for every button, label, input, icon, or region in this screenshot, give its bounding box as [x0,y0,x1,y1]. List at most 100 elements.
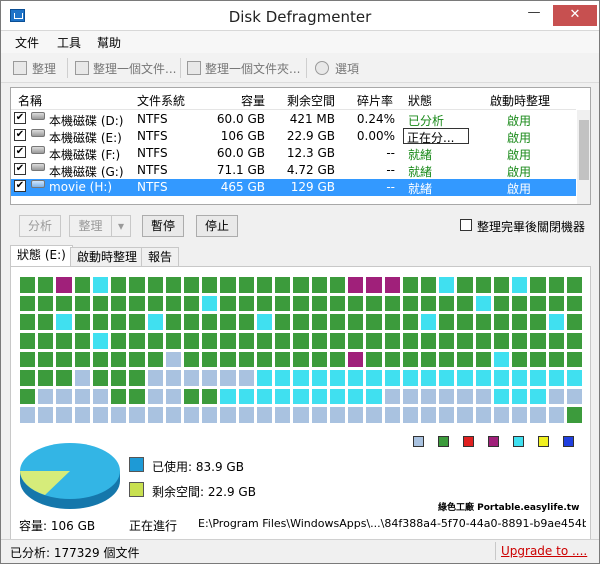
disk-cluster-block [530,370,546,386]
disk-cluster-block [311,314,327,330]
tab-boot-defrag[interactable]: 啟動時整理 [70,247,145,267]
disk-cluster-block [20,295,36,312]
menu-help[interactable]: 幫助 [97,34,121,51]
drive-filesystem: NTFS [137,112,168,126]
disk-cluster-block [311,370,327,386]
column-free-space[interactable]: 剩余空間 [287,92,335,109]
disk-cluster-block [420,295,437,312]
drive-row[interactable]: ✔ 本機磁碟 (D:) NTFS 60.0 GB 421 MB 0.24% 已分… [11,111,576,128]
defrag-button[interactable]: 整理 [69,215,111,237]
scrollbar-thumb[interactable] [579,120,589,180]
tab-status[interactable]: 狀態 (E:) [10,245,73,267]
disk-cluster-block [184,277,200,293]
analyze-button[interactable]: 分析 [19,215,61,237]
disk-cluster-block [402,314,418,330]
upgrade-link[interactable]: Upgrade to .... [501,544,587,558]
legend-swatch-fragmented [463,436,474,447]
disk-cluster-block [457,407,473,423]
disk-cluster-block [530,351,546,368]
toolbar-options-button[interactable]: 選項 [335,60,359,77]
disk-cluster-block [184,388,200,405]
disk-cluster-block [420,277,437,293]
disk-cluster-block [548,388,564,405]
shutdown-checkbox[interactable] [460,219,472,231]
drive-list-scrollbar[interactable] [577,110,590,204]
disk-cluster-block [220,388,236,405]
toolbar-defrag-folder-button[interactable]: 整理一個文件夾... [205,60,300,77]
progress-label: 正在進行 [129,519,178,533]
drive-row[interactable]: ✔ 本機磁碟 (E:) NTFS 106 GB 22.9 GB 0.00% 正在… [11,128,576,145]
tab-report[interactable]: 報告 [141,247,180,267]
disk-cluster-block [457,332,473,349]
disk-cluster-block [348,332,364,349]
disk-cluster-block [165,277,182,293]
disk-cluster-block [439,388,455,405]
disk-cluster-block [165,388,182,405]
disk-cluster-block [512,314,528,330]
disk-cluster-block [275,277,291,293]
column-boot-defrag[interactable]: 啟動時整理 [490,92,550,109]
close-button[interactable]: ✕ [553,5,597,26]
disk-cluster-block [293,388,309,405]
disk-cluster-block [512,407,528,423]
disk-cluster-block [457,351,473,368]
disk-cluster-block [38,370,54,386]
pause-button[interactable]: 暫停 [142,215,184,237]
disk-cluster-block [402,407,418,423]
used-space-label: 已使用: 83.9 GB [152,460,244,474]
disk-cluster-block [548,314,564,330]
column-fragmentation[interactable]: 碎片率 [357,92,393,109]
column-filesystem[interactable]: 文件系統 [137,92,185,109]
drive-checkbox[interactable]: ✔ [14,129,26,141]
drive-checkbox[interactable]: ✔ [14,146,26,158]
disk-cluster-block [530,332,546,349]
toolbar: 整理 整理一個文件... 整理一個文件夾... 選項 [1,53,599,83]
disk-cluster-block [165,370,182,386]
drive-checkbox[interactable]: ✔ [14,163,26,175]
disk-cluster-block [548,277,564,293]
status-bar: 已分析: 177329 個文件 Upgrade to .... [1,539,599,563]
disk-cluster-block [238,314,254,330]
drive-capacity: 106 GB [220,129,265,143]
stop-button[interactable]: 停止 [196,215,238,237]
drive-name: movie (H:) [49,180,113,194]
defrag-dropdown-button[interactable]: ▾ [111,215,131,237]
drive-row-selected[interactable]: ✔ movie (H:) NTFS 465 GB 129 GB -- 就緒 啟用 [11,179,576,196]
disk-cluster-block [420,351,437,368]
disk-cluster-block [184,332,200,349]
disk-cluster-block [111,388,127,405]
column-name[interactable]: 名稱 [18,92,42,109]
column-status[interactable]: 狀態 [408,92,432,109]
disk-cluster-block [129,314,145,330]
disk-cluster-block [366,407,382,423]
disk-cluster-block [329,351,346,368]
menu-tools[interactable]: 工具 [57,34,81,51]
legend-swatch-unmovable [488,436,499,447]
disk-cluster-block [548,407,564,423]
drive-capacity: 465 GB [220,180,265,194]
minimize-button[interactable]: — [524,6,544,22]
drive-name: 本機磁碟 (E:) [49,131,122,145]
disk-cluster-map [20,277,582,423]
drive-row[interactable]: ✔ 本機磁碟 (G:) NTFS 71.1 GB 4.72 GB -- 就緒 啟… [11,162,576,179]
disk-cluster-block [275,295,291,312]
disk-cluster-block [74,295,90,312]
disk-cluster-block [475,370,491,386]
disk-cluster-block [38,351,54,368]
disk-cluster-block [566,332,582,349]
disk-cluster-block [165,314,182,330]
disk-cluster-block [165,351,182,368]
drive-row[interactable]: ✔ 本機磁碟 (F:) NTFS 60.0 GB 12.3 GB -- 就緒 啟… [11,145,576,162]
free-color-swatch [129,482,144,497]
disk-cluster-block [493,388,510,405]
disk-cluster-block [512,388,528,405]
toolbar-defrag-button[interactable]: 整理 [32,60,56,77]
menu-file[interactable]: 文件 [15,34,39,51]
disk-cluster-block [329,295,346,312]
drive-checkbox[interactable]: ✔ [14,180,26,192]
disk-cluster-block [402,332,418,349]
column-capacity[interactable]: 容量 [241,92,265,109]
disk-cluster-block [384,370,400,386]
toolbar-defrag-file-button[interactable]: 整理一個文件... [93,60,176,77]
drive-checkbox[interactable]: ✔ [14,112,26,124]
